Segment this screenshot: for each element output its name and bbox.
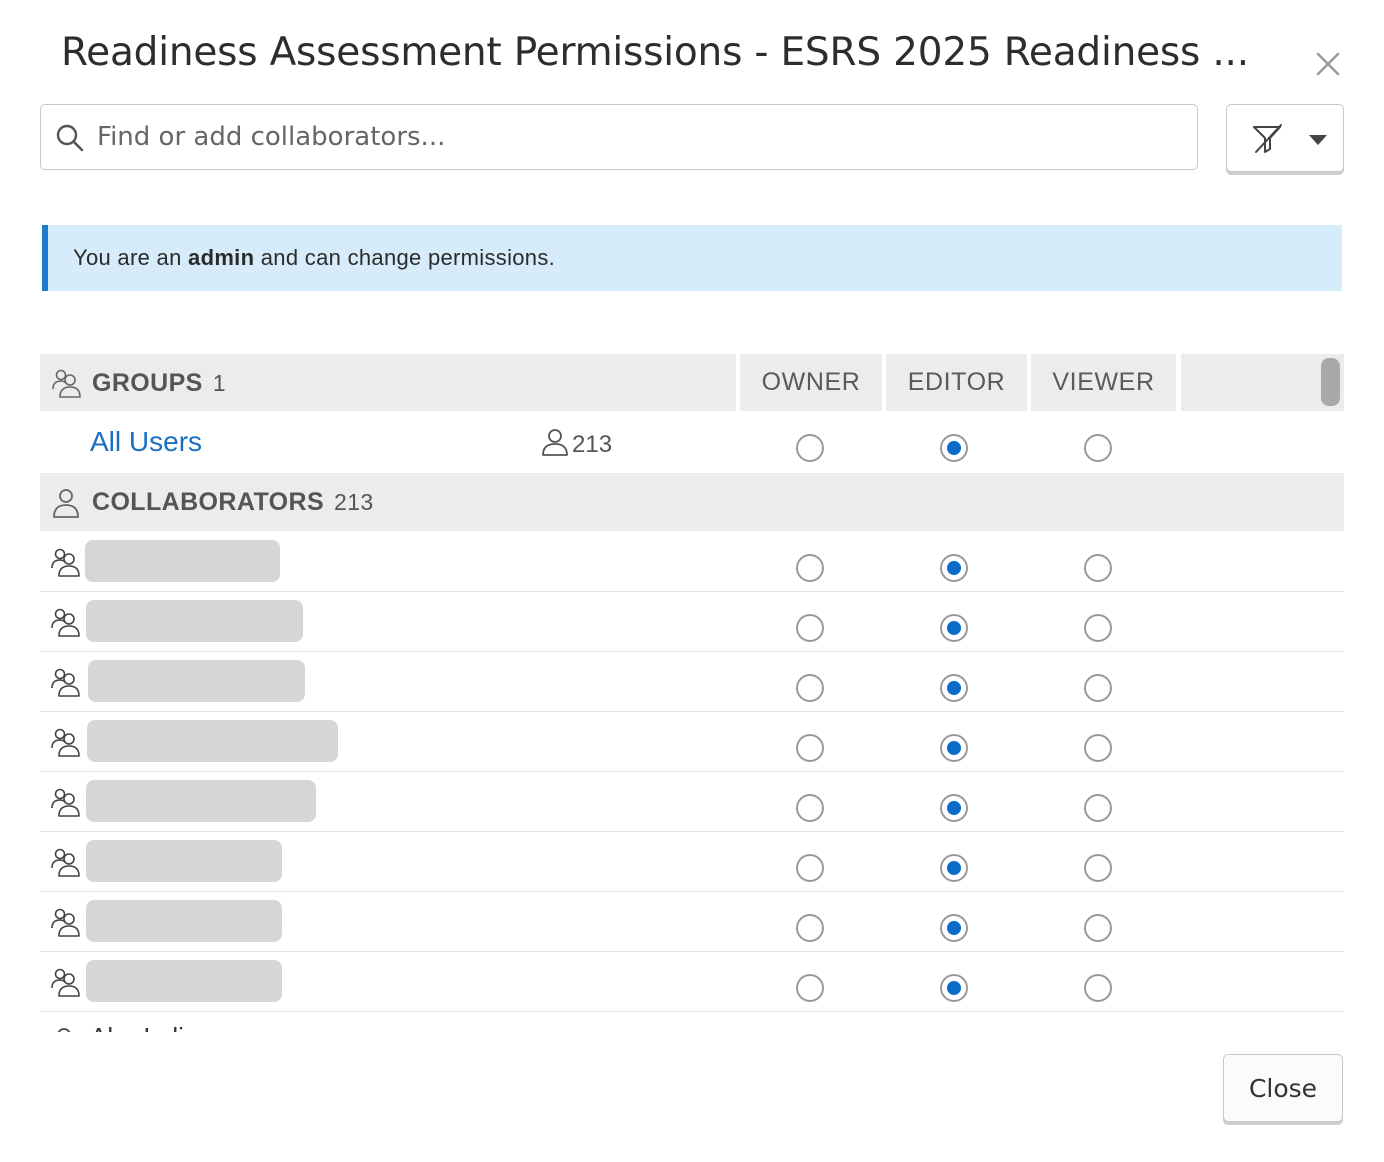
collaborator-name-redacted bbox=[86, 780, 316, 822]
collaborator-name-redacted bbox=[85, 540, 280, 582]
user-icon bbox=[53, 489, 79, 518]
radio-viewer[interactable] bbox=[1084, 554, 1112, 582]
groups-section-title: GROUPS 1 bbox=[92, 369, 226, 397]
collaborators-section-title: COLLABORATORS 213 bbox=[92, 488, 374, 516]
group-icon bbox=[51, 548, 80, 577]
collaborator-name-redacted bbox=[86, 600, 303, 642]
filter-off-icon bbox=[1253, 124, 1282, 153]
permissions-table-header: GROUPS 1 OWNER EDITOR VIEWER bbox=[40, 354, 1344, 411]
scrollbar-thumb[interactable] bbox=[1321, 358, 1340, 406]
group-icon bbox=[51, 608, 80, 637]
radio-owner[interactable] bbox=[796, 794, 824, 822]
owner-column-header: OWNER bbox=[740, 354, 882, 411]
collaborator-name-redacted bbox=[88, 660, 305, 702]
banner-role: admin bbox=[188, 245, 255, 270]
collaborator-name-redacted bbox=[87, 720, 338, 762]
group-icon bbox=[51, 848, 80, 877]
banner-text: You are an admin and can change permissi… bbox=[73, 245, 556, 270]
user-icon bbox=[57, 1028, 71, 1032]
collaborator-name-redacted bbox=[86, 840, 282, 882]
search-input[interactable] bbox=[97, 117, 1177, 157]
radio-viewer[interactable] bbox=[1084, 734, 1112, 762]
filter-dropdown-button[interactable] bbox=[1226, 104, 1344, 172]
collaborator-search bbox=[40, 104, 1198, 170]
radio-owner[interactable] bbox=[796, 974, 824, 1002]
collaborator-row bbox=[40, 532, 1344, 592]
group-row-all-users: All Users 213 bbox=[40, 412, 1344, 472]
radio-editor[interactable] bbox=[940, 734, 968, 762]
close-button[interactable]: Close bbox=[1223, 1054, 1343, 1122]
collaborator-row bbox=[40, 712, 1344, 772]
collaborator-row bbox=[40, 952, 1344, 1012]
radio-editor[interactable] bbox=[940, 674, 968, 702]
collaborator-list: Abe.Lalic bbox=[40, 532, 1344, 1032]
collaborator-row bbox=[40, 892, 1344, 952]
group-icon bbox=[51, 668, 80, 697]
radio-viewer[interactable] bbox=[1084, 614, 1112, 642]
group-icon bbox=[51, 908, 80, 937]
collaborator-name-partial: Abe.Lalic bbox=[90, 1022, 197, 1032]
collaborator-name-redacted bbox=[86, 960, 282, 1002]
admin-info-banner: You are an admin and can change permissi… bbox=[42, 225, 1342, 291]
radio-editor[interactable] bbox=[940, 914, 968, 942]
radio-owner[interactable] bbox=[796, 554, 824, 582]
radio-editor[interactable] bbox=[940, 554, 968, 582]
radio-owner[interactable] bbox=[796, 614, 824, 642]
groups-count: 1 bbox=[212, 370, 226, 396]
search-icon bbox=[56, 124, 84, 152]
radio-viewer[interactable] bbox=[1084, 794, 1112, 822]
radio-viewer[interactable] bbox=[1084, 914, 1112, 942]
radio-owner[interactable] bbox=[796, 674, 824, 702]
header-spacer bbox=[1181, 354, 1344, 411]
radio-owner[interactable] bbox=[796, 734, 824, 762]
chevron-down-icon bbox=[1309, 135, 1327, 145]
collaborator-row bbox=[40, 772, 1344, 832]
viewer-column-header: VIEWER bbox=[1031, 354, 1176, 411]
close-icon[interactable] bbox=[1314, 50, 1342, 78]
user-icon bbox=[542, 429, 568, 456]
collaborator-row bbox=[40, 592, 1344, 652]
group-icon bbox=[51, 728, 80, 757]
editor-column-header: EDITOR bbox=[886, 354, 1027, 411]
collaborator-row bbox=[40, 652, 1344, 712]
collaborators-header: COLLABORATORS 213 bbox=[40, 473, 1344, 531]
radio-editor[interactable] bbox=[940, 794, 968, 822]
radio-owner[interactable] bbox=[796, 434, 824, 462]
radio-viewer[interactable] bbox=[1084, 974, 1112, 1002]
radio-editor[interactable] bbox=[940, 974, 968, 1002]
collaborator-name-redacted bbox=[86, 900, 282, 942]
collaborators-count: 213 bbox=[334, 489, 374, 515]
permissions-dialog: Readiness Assessment Permissions - ESRS … bbox=[0, 0, 1384, 1162]
collaborator-row bbox=[40, 832, 1344, 892]
dialog-title: Readiness Assessment Permissions - ESRS … bbox=[61, 30, 1249, 75]
radio-owner[interactable] bbox=[796, 914, 824, 942]
group-icon bbox=[51, 788, 80, 817]
radio-viewer[interactable] bbox=[1084, 674, 1112, 702]
groups-header: GROUPS 1 bbox=[40, 354, 736, 411]
radio-viewer[interactable] bbox=[1084, 434, 1112, 462]
radio-editor[interactable] bbox=[940, 434, 968, 462]
radio-owner[interactable] bbox=[796, 854, 824, 882]
group-icon bbox=[52, 369, 81, 398]
group-link-all-users[interactable]: All Users bbox=[90, 426, 202, 458]
group-icon bbox=[51, 968, 80, 997]
radio-editor[interactable] bbox=[940, 854, 968, 882]
radio-editor[interactable] bbox=[940, 614, 968, 642]
radio-viewer[interactable] bbox=[1084, 854, 1112, 882]
